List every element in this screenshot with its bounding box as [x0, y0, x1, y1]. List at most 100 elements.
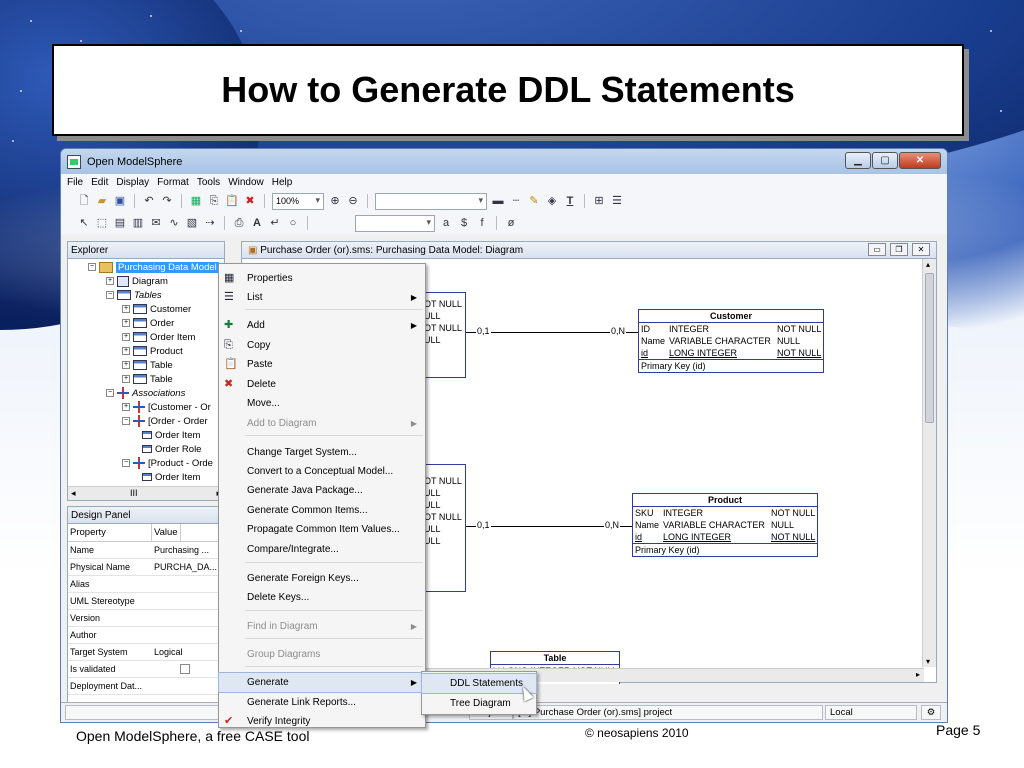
menu-tools[interactable]: Tools: [197, 177, 220, 188]
diagram-vscrollbar[interactable]: ▴ ▾: [922, 259, 936, 667]
menu-window[interactable]: Window: [228, 177, 264, 188]
text-tool-icon[interactable]: A: [250, 216, 264, 230]
menu-item-generate-java-package[interactable]: Generate Java Package...: [219, 481, 425, 500]
text-format-icon[interactable]: T: [563, 194, 577, 208]
circle-tool-icon[interactable]: ○: [286, 216, 300, 230]
zoom-select[interactable]: 100%: [272, 192, 324, 210]
prop-row[interactable]: Physical Name PURCHA_DA...: [68, 559, 224, 576]
menu-item-generate-common-items[interactable]: Generate Common Items...: [219, 501, 425, 520]
tree-item-role-order-item[interactable]: Order Item: [142, 428, 200, 442]
open-folder-icon[interactable]: ▰: [95, 194, 109, 208]
tree-item-role-order[interactable]: Order Role: [142, 442, 201, 456]
table-layout-icon[interactable]: ☰: [610, 194, 624, 208]
prop-row[interactable]: Target System Logical: [68, 644, 224, 661]
copy-icon[interactable]: ⎘: [207, 194, 221, 208]
entity-order-item[interactable]: OT NULL ULL ULL OT NULL ULL ULL: [422, 464, 466, 592]
redo-icon[interactable]: ↷: [160, 194, 174, 208]
menu-item-move[interactable]: Move...: [219, 394, 425, 413]
delete-icon[interactable]: ✖: [243, 194, 257, 208]
prop-row[interactable]: UML Stereotype: [68, 593, 224, 610]
line-style-icon[interactable]: ▬: [491, 194, 505, 208]
tree-item-table-2[interactable]: + Table: [122, 372, 173, 386]
menu-file[interactable]: File: [67, 177, 83, 188]
menu-item-add[interactable]: ✚ Add ▶: [219, 316, 425, 335]
menu-item-copy[interactable]: ⎘ Copy: [219, 336, 425, 355]
menu-help[interactable]: Help: [272, 177, 293, 188]
menu-item-propagate-common-item-values[interactable]: Propagate Common Item Values...: [219, 520, 425, 539]
diagram-tab[interactable]: ▣ Purchase Order (or).sms: Purchasing Da…: [242, 242, 936, 259]
is-validated-checkbox[interactable]: [180, 664, 190, 674]
print-icon[interactable]: ⎙: [232, 216, 246, 230]
menu-item-paste[interactable]: 📋 Paste: [219, 355, 425, 374]
undo-icon[interactable]: ↶: [142, 194, 156, 208]
zoom-in-icon[interactable]: ⊕: [328, 194, 342, 208]
view-tool-icon[interactable]: ▥: [131, 216, 145, 230]
menu-display[interactable]: Display: [116, 177, 149, 188]
save-icon[interactable]: ▣: [113, 194, 127, 208]
tree-item-root[interactable]: − Purchasing Data Model: [88, 260, 219, 274]
prop-row[interactable]: Alias: [68, 576, 224, 593]
prop-row[interactable]: Name Purchasing ...: [68, 542, 224, 559]
tree-item-assoc-product[interactable]: − [Product - Orde: [122, 456, 213, 470]
menu-item-list[interactable]: ☰ List ▶: [219, 288, 425, 307]
entity-order[interactable]: OT NULL ULL OT NULL ULL: [422, 292, 466, 378]
menu-item-add-to-diagram[interactable]: Add to Diagram ▶: [219, 414, 425, 433]
menu-item-change-target-system[interactable]: Change Target System...: [219, 443, 425, 462]
tree-item-table-1[interactable]: + Table: [122, 358, 173, 372]
explorer-hscrollbar[interactable]: ◂ III ▸: [68, 486, 224, 500]
menu-item-delete-keys[interactable]: Delete Keys...: [219, 588, 425, 607]
style-select[interactable]: [355, 214, 435, 232]
tree-item-diagram[interactable]: + Diagram: [106, 274, 168, 288]
prop-row[interactable]: Author: [68, 627, 224, 644]
dash-style-icon[interactable]: ┄: [509, 194, 523, 208]
tree-item-product[interactable]: + Product: [122, 344, 183, 358]
diagram-close-button[interactable]: ✕: [912, 243, 930, 256]
graphic-tool-icon[interactable]: ▧: [185, 216, 199, 230]
menu-item-generate-foreign-keys[interactable]: Generate Foreign Keys...: [219, 569, 425, 588]
menu-edit[interactable]: Edit: [91, 177, 108, 188]
menu-item-generate-link-reports[interactable]: Generate Link Reports...: [219, 693, 425, 712]
empty-set-icon[interactable]: ø: [504, 216, 518, 230]
entity-customer[interactable]: Customer ID INTEGER NOT NULL Name VARIABLE …: [638, 309, 824, 373]
minimize-button[interactable]: ▁: [845, 152, 871, 169]
tree-item-customer[interactable]: + Customer: [122, 302, 191, 316]
diagram-minimize-button[interactable]: ▭: [868, 243, 886, 256]
select-pointer-icon[interactable]: ↖: [77, 216, 91, 230]
arrow-tool-icon[interactable]: ⇢: [203, 216, 217, 230]
dollar-icon[interactable]: $: [457, 216, 471, 230]
tree-item-tables[interactable]: − Tables: [106, 288, 162, 302]
new-file-icon[interactable]: 🗋: [77, 194, 91, 208]
window-titlebar[interactable]: Open ModelSphere ▁ ▢ ✕: [61, 149, 947, 174]
menu-item-generate[interactable]: Generate ▶: [218, 672, 426, 693]
table-tool-icon[interactable]: ▤: [113, 216, 127, 230]
menu-item-group-diagrams[interactable]: Group Diagrams: [219, 645, 425, 664]
gc-icon[interactable]: ⚙: [921, 705, 941, 720]
fill-color-icon[interactable]: ◈: [545, 194, 559, 208]
function-icon[interactable]: f: [475, 216, 489, 230]
menu-item-delete[interactable]: ✖ Delete: [219, 375, 425, 394]
tree-item-order-item[interactable]: + Order Item: [122, 330, 195, 344]
menu-format[interactable]: Format: [157, 177, 189, 188]
pen-color-icon[interactable]: ✎: [527, 194, 541, 208]
zoom-out-icon[interactable]: ⊖: [346, 194, 360, 208]
select-area-icon[interactable]: ⬚: [95, 216, 109, 230]
prop-row[interactable]: Version: [68, 610, 224, 627]
prop-row[interactable]: Is validated: [68, 661, 224, 678]
menu-item-compare-integrate[interactable]: Compare/Integrate...: [219, 540, 425, 559]
model-icon[interactable]: ▦: [189, 194, 203, 208]
text-a-icon[interactable]: a: [439, 216, 453, 230]
tree-item-associations[interactable]: − Associations: [106, 386, 185, 400]
menu-item-tree-diagram[interactable]: Tree Diagram: [422, 694, 536, 713]
prop-row[interactable]: Deployment Dat...: [68, 678, 224, 695]
connector-icon[interactable]: ↵: [268, 216, 282, 230]
grid-icon[interactable]: ⊞: [592, 194, 606, 208]
entity-product[interactable]: Product SKU INTEGER NOT NULL Name VARIABLE …: [632, 493, 818, 557]
diagram-restore-button[interactable]: ❐: [890, 243, 908, 256]
note-tool-icon[interactable]: ✉: [149, 216, 163, 230]
maximize-button[interactable]: ▢: [872, 152, 898, 169]
menu-item-find-in-diagram[interactable]: Find in Diagram ▶: [219, 617, 425, 636]
tree-item-assoc-customer[interactable]: + [Customer - Or: [122, 400, 211, 414]
tree-item-role-order-item-2[interactable]: Order Item: [142, 470, 200, 484]
tree-item-assoc-order[interactable]: − [Order - Order: [122, 414, 208, 428]
close-button[interactable]: ✕: [899, 152, 941, 169]
